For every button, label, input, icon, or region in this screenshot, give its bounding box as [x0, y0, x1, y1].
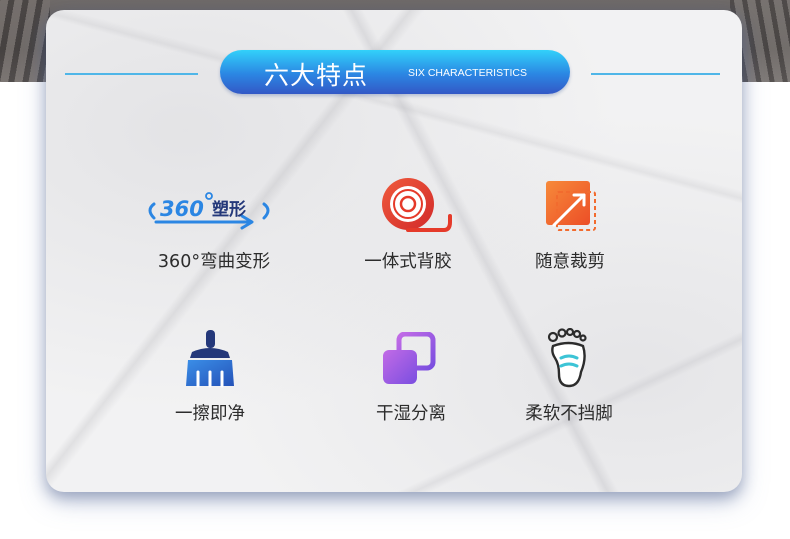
feature-label: 一体式背胶 — [364, 252, 452, 272]
layers-icon — [383, 332, 436, 384]
section-subtitle: SIX CHARACTERISTICS — [408, 67, 528, 79]
feature-label: 360°弯曲变形 — [157, 252, 271, 272]
icon-360-text: 360 — [160, 197, 204, 221]
feature-label: 柔软不挡脚 — [525, 404, 613, 424]
tape-roll-icon — [382, 178, 452, 232]
brush-icon — [186, 330, 234, 388]
feature-label: 干湿分离 — [376, 404, 446, 424]
divider-left — [65, 73, 198, 75]
icon-shaping-text: 塑形 — [212, 199, 246, 220]
feature-label: 随意裁剪 — [535, 252, 605, 272]
section-title: 六大特点 — [264, 61, 369, 90]
crop-icon — [546, 181, 596, 231]
section-header: 六大特点 SIX CHARACTERISTICS — [220, 50, 570, 94]
360-shaping-icon: 360 塑形 — [148, 192, 270, 230]
feature-label: 一擦即净 — [175, 404, 245, 424]
divider-right — [591, 73, 720, 75]
foot-icon — [547, 328, 587, 388]
